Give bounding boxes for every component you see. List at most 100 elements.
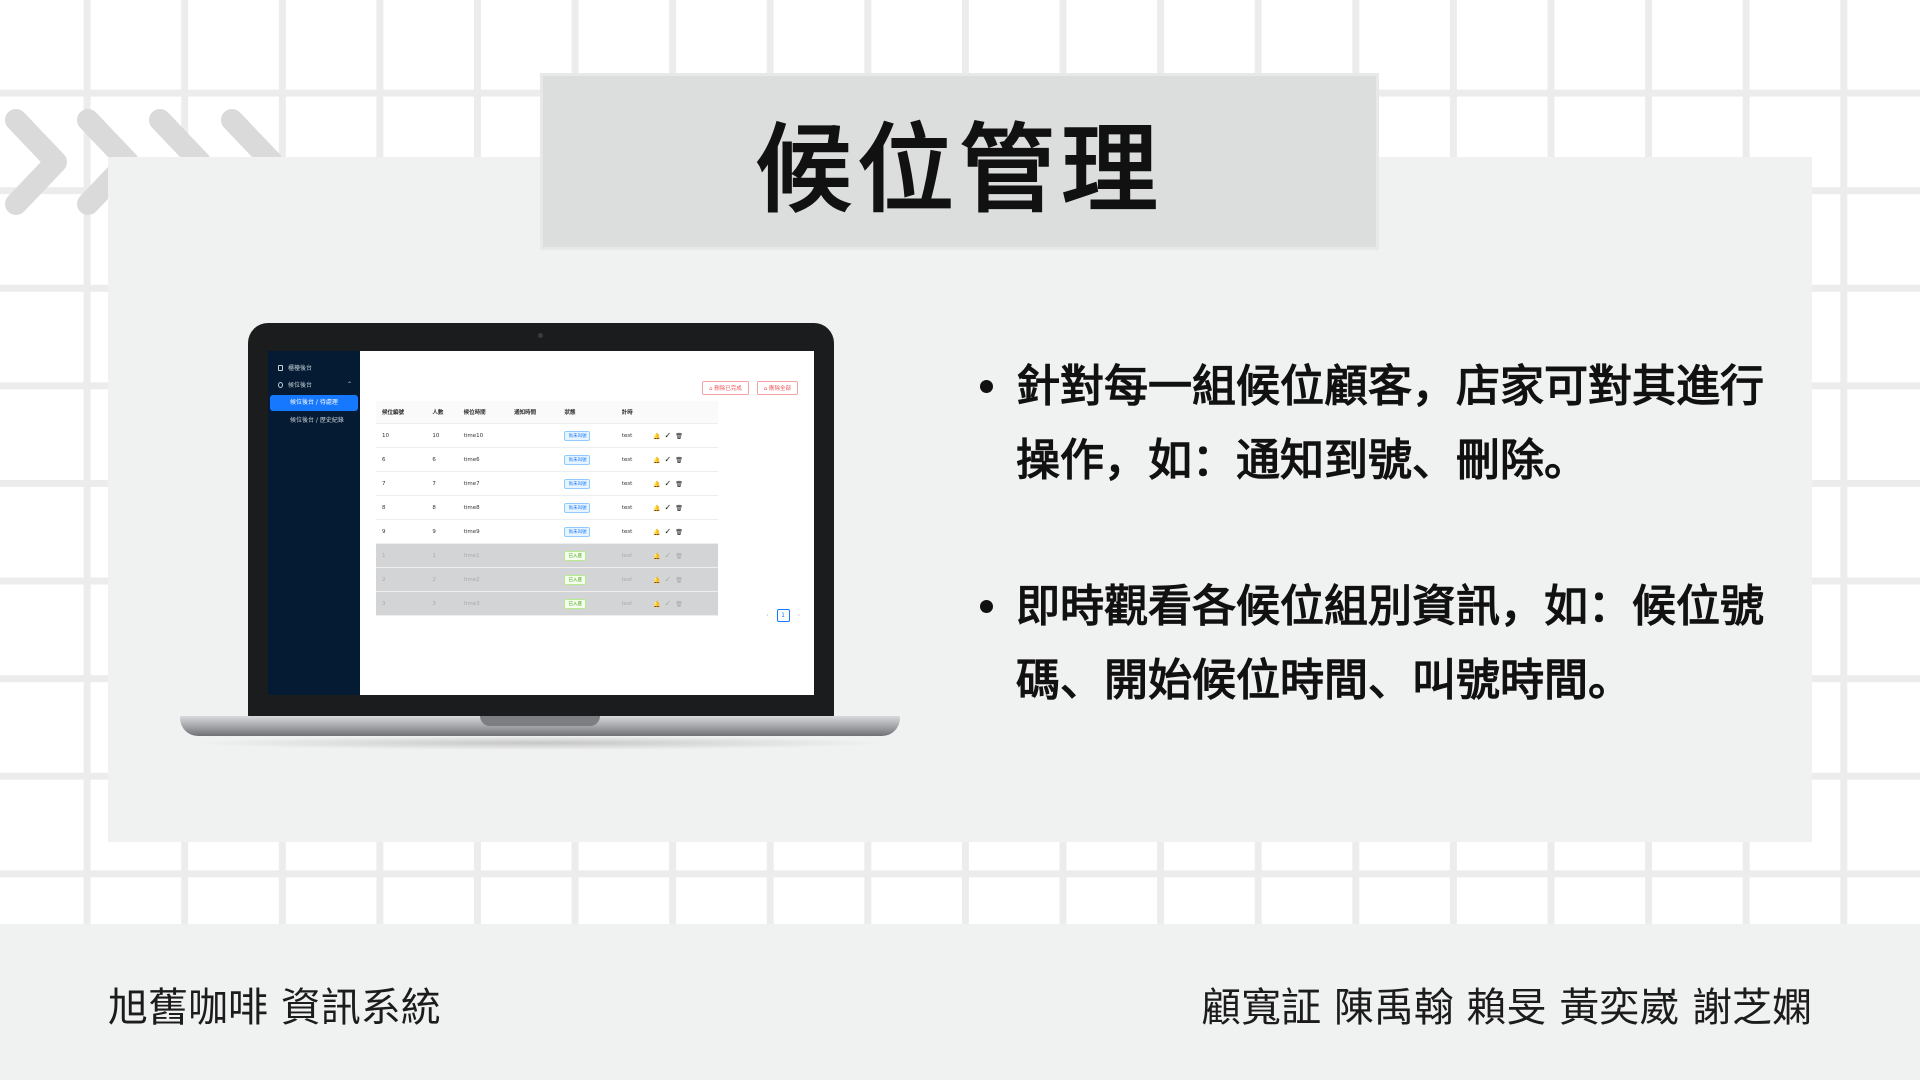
- bell-icon[interactable]: 🔔: [653, 433, 660, 440]
- column-header: 狀態: [558, 401, 616, 424]
- cell-id: 1: [376, 543, 427, 568]
- bell-icon[interactable]: 🔔: [653, 457, 660, 464]
- bell-icon[interactable]: 🔔: [653, 577, 660, 584]
- cell-notify: [508, 471, 559, 496]
- cell-id: 9: [376, 519, 427, 544]
- cell-notify: [508, 519, 559, 544]
- cell-notify: [508, 495, 559, 520]
- prev-page-button[interactable]: ‹: [766, 612, 768, 619]
- bell-icon[interactable]: 🔔: [653, 553, 660, 560]
- check-icon[interactable]: ✓: [665, 599, 672, 608]
- cell-time: time6: [457, 447, 509, 472]
- column-header: 候位編號: [376, 401, 427, 424]
- check-icon[interactable]: ✓: [665, 431, 672, 440]
- app-sidebar: 櫃檯後台 候位後台 ⌃ 候位後台 / 待處理 候位後台 / 歷史紀錄: [268, 351, 360, 695]
- delete-done-button[interactable]: ⌂ 刪除已完成: [701, 381, 749, 395]
- cell-status: 尚未叫號: [558, 495, 616, 520]
- cell-actions: 🔔 ✓ 🗑: [647, 567, 718, 592]
- sidebar-item-pending[interactable]: 候位後台 / 待處理: [270, 395, 358, 411]
- title-box: 候位管理: [540, 73, 1379, 250]
- button-label: 刪除已完成: [714, 386, 742, 392]
- cell-notify: [508, 591, 559, 616]
- sidebar-group-label: 候位後台: [288, 382, 313, 389]
- table-row: 8 8 time8 尚未叫號 test 🔔 ✓ 🗑: [376, 495, 718, 520]
- column-header: 計時: [615, 401, 648, 424]
- cell-people: 10: [426, 423, 458, 448]
- pagination: ‹ 1 ›: [766, 609, 800, 622]
- cell-notify: [508, 447, 559, 472]
- trash-icon[interactable]: 🗑: [675, 457, 683, 464]
- column-header: 通知時間: [508, 401, 559, 424]
- cell-id: 8: [376, 495, 427, 520]
- cell-people: 1: [426, 543, 458, 568]
- cell-timer: test: [615, 495, 648, 520]
- cell-actions: 🔔 ✓ 🗑: [647, 423, 718, 448]
- next-page-button[interactable]: ›: [798, 612, 800, 619]
- cell-time: time9: [457, 519, 509, 544]
- status-badge: 已入座: [564, 550, 586, 561]
- laptop-screen: 櫃檯後台 候位後台 ⌃ 候位後台 / 待處理 候位後台 / 歷史紀錄 ⌂ 刪除已…: [268, 351, 814, 695]
- cell-time: time2: [457, 567, 509, 592]
- bell-icon[interactable]: 🔔: [653, 505, 660, 512]
- cell-status: 尚未叫號: [558, 519, 616, 544]
- cell-actions: 🔔 ✓ 🗑: [647, 519, 718, 544]
- trash-icon[interactable]: 🗑: [675, 577, 683, 584]
- cell-actions: 🔔 ✓ 🗑: [647, 591, 718, 616]
- check-icon[interactable]: ✓: [665, 503, 672, 512]
- trash-icon[interactable]: 🗑: [675, 481, 683, 488]
- cell-id: 6: [376, 447, 427, 472]
- bell-icon[interactable]: 🔔: [653, 481, 660, 488]
- check-icon[interactable]: ✓: [665, 527, 672, 536]
- laptop-notch: [480, 716, 600, 726]
- cell-timer: test: [615, 543, 648, 568]
- cell-time: time10: [457, 423, 509, 448]
- cell-notify: [508, 423, 559, 448]
- laptop-mockup: 櫃檯後台 候位後台 ⌃ 候位後台 / 待處理 候位後台 / 歷史紀錄 ⌂ 刪除已…: [180, 323, 900, 753]
- toolbar: ⌂ 刪除已完成 ⌂ 刪除全部: [376, 381, 798, 395]
- cell-people: 3: [426, 591, 458, 616]
- footer-project-name: 旭舊咖啡 資訊系統: [108, 985, 441, 1031]
- trash-icon[interactable]: 🗑: [675, 601, 683, 608]
- table-row: 1 1 time1 已入座 test 🔔 ✓ 🗑: [376, 543, 718, 568]
- bell-icon[interactable]: 🔔: [653, 601, 660, 608]
- bullet-item: 即時觀看各候位組別資訊，如：候位號碼、開始候位時間、叫號時間。: [970, 570, 1770, 718]
- trash-icon[interactable]: 🗑: [675, 529, 683, 536]
- cell-timer: test: [615, 591, 648, 616]
- cell-id: 10: [376, 423, 427, 448]
- cell-notify: [508, 543, 559, 568]
- cell-actions: 🔔 ✓ 🗑: [647, 543, 718, 568]
- status-badge: 尚未叫號: [564, 478, 591, 489]
- column-header: [647, 401, 718, 424]
- page-1-button[interactable]: 1: [776, 609, 790, 622]
- trash-icon[interactable]: 🗑: [675, 553, 683, 560]
- sidebar-item-history[interactable]: 候位後台 / 歷史紀錄: [270, 413, 358, 429]
- status-badge: 已入座: [564, 574, 586, 585]
- cell-timer: test: [615, 447, 648, 472]
- cell-time: time1: [457, 543, 509, 568]
- check-icon[interactable]: ✓: [665, 479, 672, 488]
- trash-icon[interactable]: 🗑: [675, 433, 683, 440]
- trash-icon[interactable]: 🗑: [675, 505, 683, 512]
- cell-people: 6: [426, 447, 458, 472]
- cell-timer: test: [615, 423, 648, 448]
- cell-actions: 🔔 ✓ 🗑: [647, 471, 718, 496]
- sidebar-item-label: 櫃檯後台: [288, 365, 313, 372]
- cell-id: 3: [376, 591, 427, 616]
- check-icon[interactable]: ✓: [665, 551, 672, 560]
- cell-people: 8: [426, 495, 458, 520]
- delete-all-button[interactable]: ⌂ 刪除全部: [756, 381, 798, 395]
- file-icon: [278, 364, 283, 371]
- table-row: 9 9 time9 尚未叫號 test 🔔 ✓ 🗑: [376, 519, 718, 544]
- cell-timer: test: [615, 567, 648, 592]
- sidebar-group-waitlist[interactable]: 候位後台 ⌃: [268, 376, 360, 393]
- cell-actions: 🔔 ✓ 🗑: [647, 447, 718, 472]
- check-icon[interactable]: ✓: [665, 575, 672, 584]
- column-header: 候位時間: [457, 401, 509, 424]
- bell-icon[interactable]: 🔔: [653, 529, 660, 536]
- status-badge: 尚未叫號: [564, 430, 591, 441]
- cell-notify: [508, 567, 559, 592]
- sidebar-item-counter[interactable]: 櫃檯後台: [268, 359, 360, 376]
- check-icon[interactable]: ✓: [665, 455, 672, 464]
- bullet-item: 針對每一組候位顧客，店家可對其進行操作，如：通知到號、刪除。: [970, 350, 1770, 498]
- table-row: 7 7 time7 尚未叫號 test 🔔 ✓ 🗑: [376, 471, 718, 496]
